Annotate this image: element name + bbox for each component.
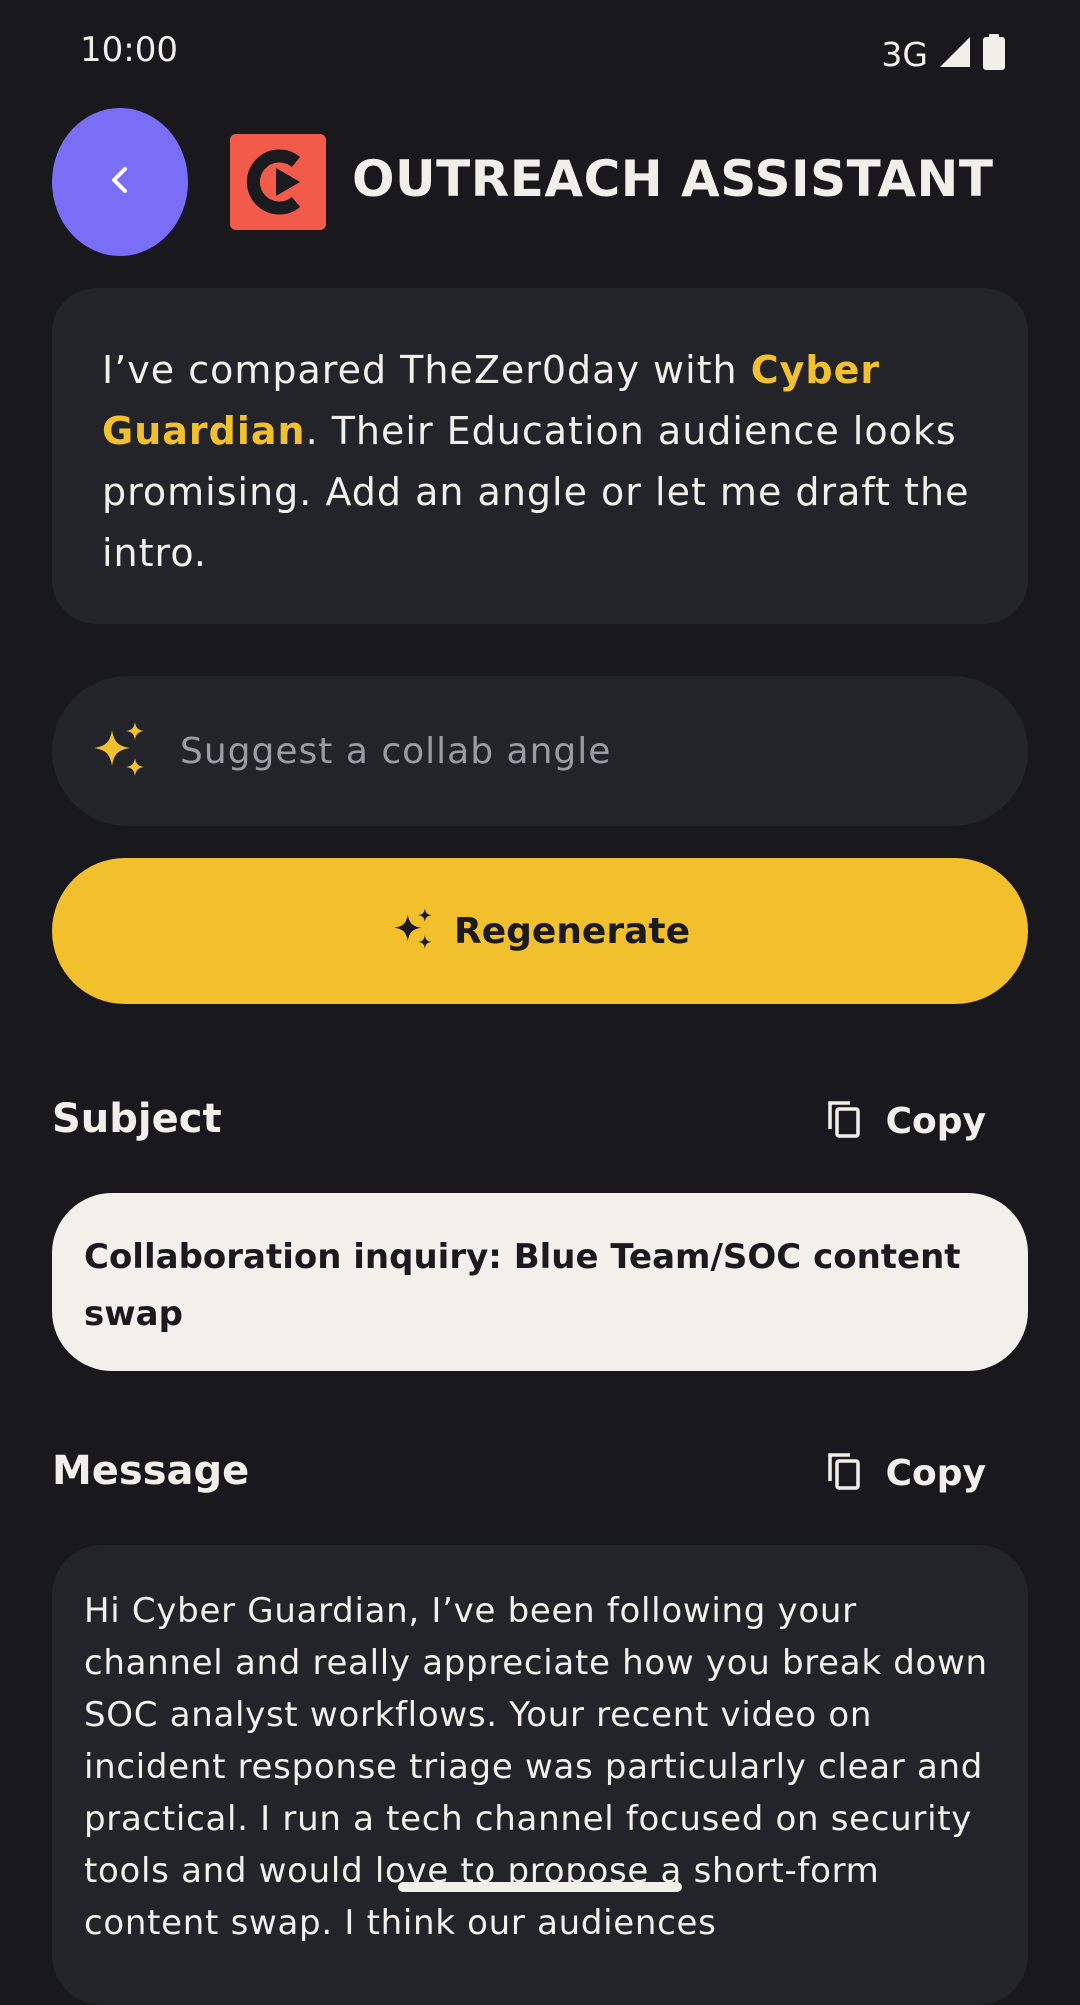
status-time: 10:00: [80, 30, 178, 70]
copy-message-button[interactable]: Copy: [826, 1443, 986, 1503]
status-bar: 10:00 3G: [0, 0, 1080, 108]
back-button[interactable]: [52, 108, 188, 256]
copy-icon: [826, 1451, 862, 1495]
assistant-message-card: I’ve compared TheZer0day with Cyber Guar…: [52, 288, 1028, 624]
message-text-box[interactable]: Hi Cyber Guardian, I’ve been following y…: [52, 1545, 1028, 2005]
signal-icon: [938, 35, 972, 73]
collab-angle-field[interactable]: [52, 676, 1028, 826]
subject-text: Collaboration inquiry: Blue Team/SOC con…: [84, 1237, 961, 1334]
message-label: Message: [52, 1448, 250, 1494]
subject-text-box[interactable]: Collaboration inquiry: Blue Team/SOC con…: [52, 1193, 1028, 1371]
network-type: 3G: [881, 34, 928, 74]
header: OUTREACH ASSISTANT: [0, 108, 1080, 258]
regenerate-button[interactable]: Regenerate: [52, 858, 1028, 1004]
sparkles-icon: [390, 907, 436, 956]
home-indicator[interactable]: [398, 1882, 682, 1892]
copy-subject-button[interactable]: Copy: [826, 1091, 986, 1151]
chevron-left-icon: [102, 162, 138, 202]
collab-angle-input[interactable]: [178, 710, 1028, 792]
battery-icon: [982, 34, 1006, 74]
regenerate-label: Regenerate: [453, 910, 691, 952]
app-logo: [230, 134, 326, 230]
assistant-message-text: I’ve compared TheZer0day with: [102, 348, 751, 392]
copy-icon: [826, 1099, 862, 1143]
page-title: OUTREACH ASSISTANT: [352, 150, 994, 208]
sparkles-icon: [84, 716, 154, 786]
status-icons: 3G: [881, 34, 1006, 74]
subject-label: Subject: [52, 1096, 222, 1142]
copy-message-label: Copy: [885, 1452, 986, 1494]
copy-subject-label: Copy: [885, 1100, 986, 1142]
